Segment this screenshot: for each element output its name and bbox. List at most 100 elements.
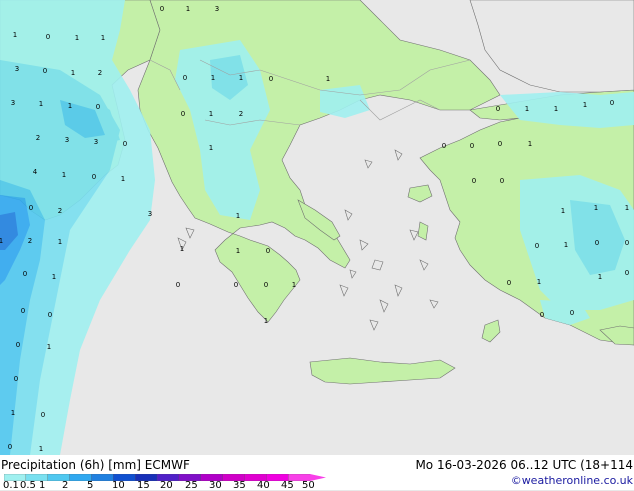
- colorbar-tick-label: 30: [209, 480, 222, 491]
- map-value-label: 1: [583, 101, 587, 109]
- map-value-label: 0: [442, 142, 446, 150]
- map-value-label: 0: [123, 140, 127, 148]
- map-value-label: 1: [180, 245, 184, 253]
- colorbar-tick-label: 45: [281, 480, 294, 491]
- map-value-label: 0: [41, 411, 45, 419]
- map-value-label: 1: [209, 144, 213, 152]
- colorbar-tick-label: 10: [112, 480, 125, 491]
- map-value-label: 1: [236, 212, 240, 220]
- map-value-label: 0: [269, 75, 273, 83]
- map-value-label: 0: [29, 204, 33, 212]
- map-value-label: 2: [58, 207, 62, 215]
- map-value-label: 1: [236, 247, 240, 255]
- map-value-label: 0: [46, 33, 50, 41]
- map-value-label: 0: [540, 311, 544, 319]
- map-value-label: 1: [561, 207, 565, 215]
- map-value-label: 0: [160, 5, 164, 13]
- map-value-label: 0: [625, 269, 629, 277]
- map-value-label: 0: [570, 309, 574, 317]
- map-value-label: 0: [21, 307, 25, 315]
- map-value-label: 1: [292, 281, 296, 289]
- map-value-label: 1: [58, 238, 62, 246]
- map-value-label: 0: [181, 110, 185, 118]
- map-value-label: 0: [266, 247, 270, 255]
- precipitation-map: 0 1 3 1 0 1 1 3 0 1 2 3 1 1 0 2 3 3 0 0 1 1 0 1 0 1 2 4 1 0 1 1 3 1 0 2 1 2 1 1…: [0, 0, 634, 455]
- map-value-label: 1: [52, 273, 56, 281]
- map-value-label: 1: [62, 171, 66, 179]
- map-value-label: 4: [33, 168, 38, 176]
- map-value-label: 2: [98, 69, 102, 77]
- map-value-label: 3: [11, 99, 15, 107]
- map-value-label: 0: [610, 99, 614, 107]
- map-value-label: 0: [535, 242, 539, 250]
- map-value-label: 2: [239, 110, 243, 118]
- colorbar-tick-label: 0.5: [20, 480, 36, 491]
- map-value-label: 0: [8, 443, 12, 451]
- map-value-label: 0: [498, 140, 502, 148]
- map-value-label: 0: [234, 281, 238, 289]
- map-value-label: 1: [71, 69, 75, 77]
- colorbar-segment: [91, 474, 114, 481]
- map-value-label: 1: [625, 204, 629, 212]
- map-value-label: 0: [507, 279, 511, 287]
- map-value-label: 0: [500, 177, 504, 185]
- map-value-label: 1: [39, 445, 43, 453]
- map-value-label: 1: [11, 409, 15, 417]
- map-value-label: 0: [496, 105, 500, 113]
- map-value-label: 1: [209, 110, 213, 118]
- map-value-label: 3: [215, 5, 219, 13]
- map-value-label: 3: [65, 136, 69, 144]
- colorbar-tick-label: 35: [233, 480, 246, 491]
- colorbar-tick-label: 2: [62, 480, 69, 491]
- map-value-label: 0: [96, 103, 100, 111]
- colorbar-tick-label: 0.1: [3, 480, 19, 491]
- map-value-label: 2: [28, 237, 32, 245]
- map-value-label: 0: [43, 67, 47, 75]
- map-value-label: 0: [472, 177, 476, 185]
- map-value-label: 0: [92, 173, 96, 181]
- legend-footer: Precipitation (6h) [mm] ECMWF Mo 16-03-2…: [0, 455, 634, 491]
- map-value-label: 1: [186, 5, 190, 13]
- map-value-label: 0: [470, 142, 474, 150]
- map-value-label: 1: [0, 237, 3, 245]
- map-value-label: 0: [23, 270, 27, 278]
- colorbar-tick-label: 1: [39, 480, 46, 491]
- map-value-label: 1: [554, 105, 558, 113]
- map-value-label: 3: [148, 210, 152, 218]
- map-value-label: 0: [264, 281, 268, 289]
- map-value-label: 1: [75, 34, 79, 42]
- map-value-label: 0: [16, 341, 20, 349]
- run-info: Mo 16-03-2026 06..12 UTC (18+114: [415, 458, 633, 472]
- map-value-label: 1: [68, 102, 72, 110]
- map-value-label: 1: [537, 278, 541, 286]
- map-value-label: 0: [595, 239, 599, 247]
- map-value-label: 0: [625, 239, 629, 247]
- colorbar-tick-label: 20: [160, 480, 173, 491]
- map-value-label: 1: [47, 343, 51, 351]
- map-value-label: 1: [101, 34, 105, 42]
- colorbar-tick-label: 50: [302, 480, 315, 491]
- map-value-label: 1: [598, 273, 602, 281]
- map-value-label: 1: [264, 317, 268, 325]
- map-value-label: 1: [564, 241, 568, 249]
- colorbar-tick-label: 25: [185, 480, 198, 491]
- map-value-label: 1: [594, 204, 598, 212]
- map-value-label: 1: [121, 175, 125, 183]
- map-value-label: 1: [39, 100, 43, 108]
- credit-link[interactable]: ©weatheronline.co.uk: [511, 474, 633, 488]
- map-value-label: 1: [211, 74, 215, 82]
- map-value-label: 1: [326, 75, 330, 83]
- map-value-label: 1: [13, 31, 17, 39]
- map-value-label: 3: [15, 65, 19, 73]
- colorbar-tick-label: 15: [137, 480, 150, 491]
- map-value-label: 2: [36, 134, 40, 142]
- map-value-label: 1: [525, 105, 529, 113]
- map-value-label: 1: [528, 140, 532, 148]
- map-value-label: 0: [14, 375, 18, 383]
- map-value-label: 0: [176, 281, 180, 289]
- legend-title: Precipitation (6h) [mm] ECMWF: [1, 458, 190, 472]
- colorbar-tick-label: 5: [87, 480, 94, 491]
- map-value-label: 0: [183, 74, 187, 82]
- map-value-label: 1: [239, 74, 243, 82]
- colorbar-tick-label: 40: [257, 480, 270, 491]
